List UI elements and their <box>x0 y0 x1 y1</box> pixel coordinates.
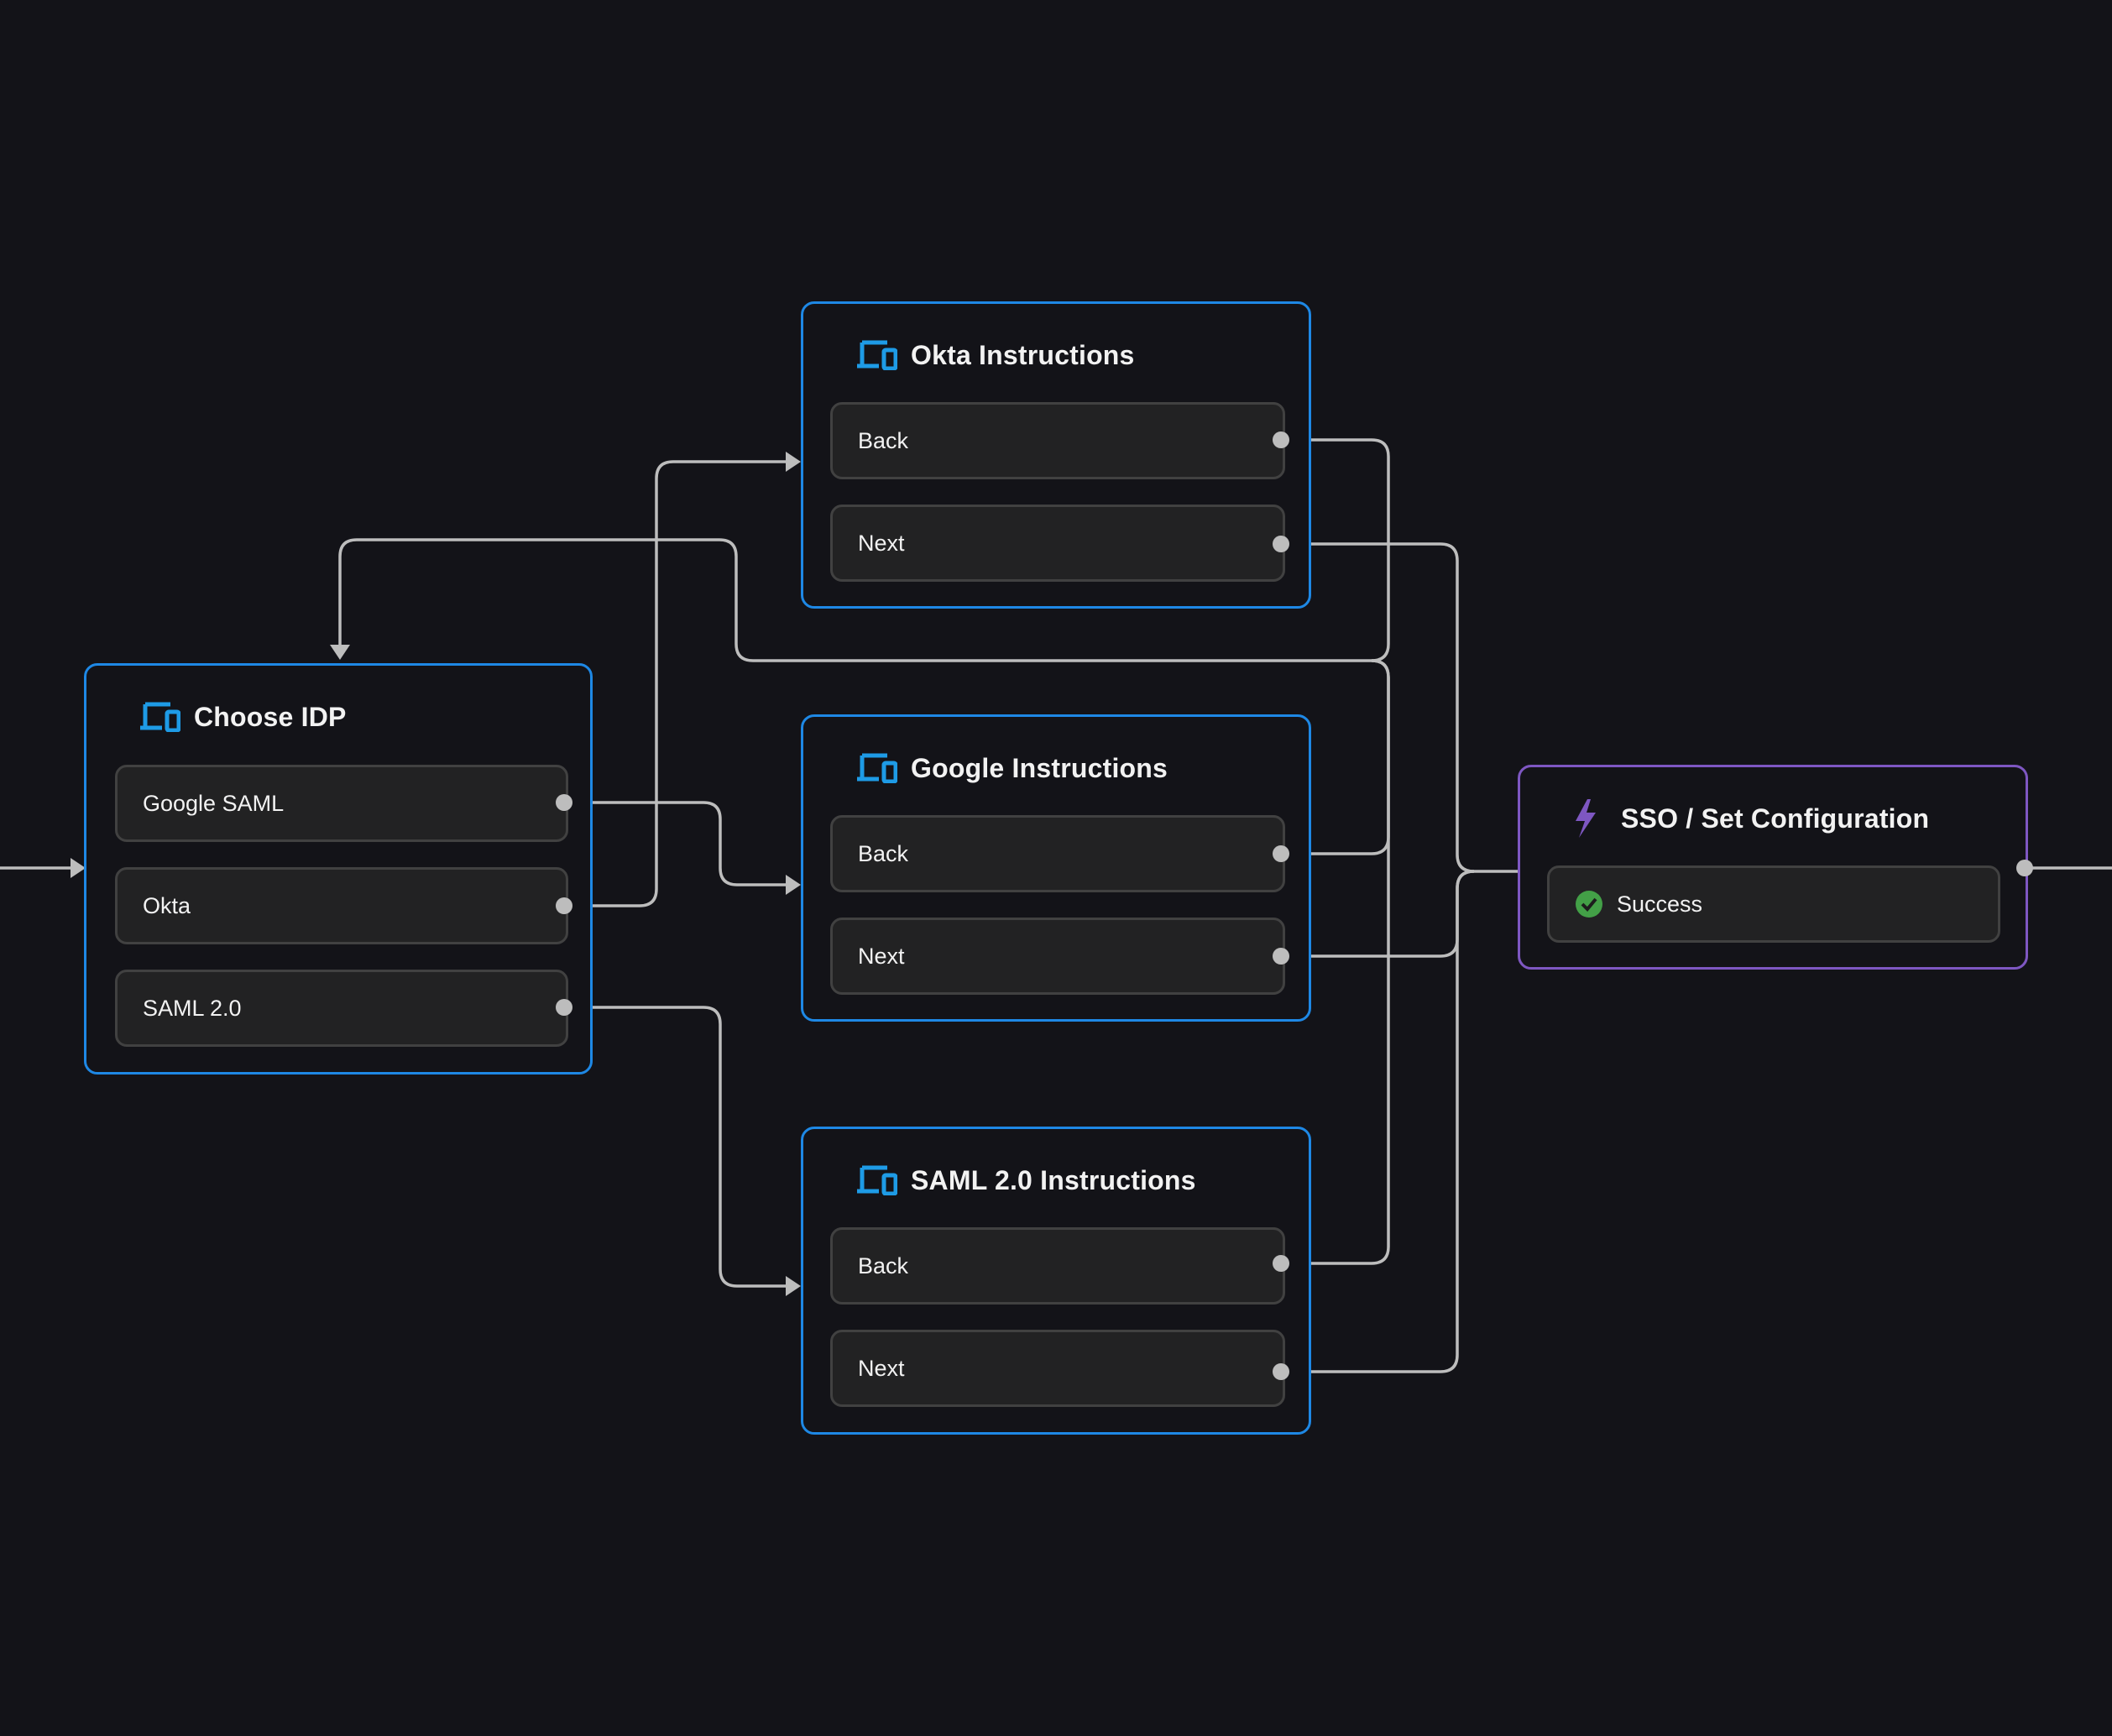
node-header: Okta Instructions <box>857 334 1135 376</box>
output-handle[interactable] <box>1273 1255 1289 1272</box>
edge-okta-next-to-sso[interactable] <box>1281 542 1519 873</box>
node-sso-set-configuration[interactable]: SSO / Set Configuration Success <box>1518 765 2028 970</box>
arrow-head <box>786 1276 801 1296</box>
edge-saml-to-saml-instructions[interactable] <box>564 1006 789 1288</box>
node-title: SAML 2.0 Instructions <box>911 1164 1196 1195</box>
node-header: Google Instructions <box>857 747 1168 789</box>
lightning-icon <box>1574 799 1597 838</box>
node-saml-instructions[interactable]: SAML 2.0 Instructions Back Next <box>801 1127 1311 1435</box>
option-saml-2-0[interactable]: SAML 2.0 <box>115 970 568 1047</box>
option-okta[interactable]: Okta <box>115 867 568 944</box>
node-header: SAML 2.0 Instructions <box>857 1159 1196 1201</box>
devices-icon <box>857 340 898 371</box>
option-success[interactable]: Success <box>1547 865 2000 943</box>
arrow-head <box>786 875 801 895</box>
option-label: Next <box>858 943 905 969</box>
arrow-head <box>786 452 801 472</box>
output-handle[interactable] <box>1273 845 1289 862</box>
node-okta-instructions[interactable]: Okta Instructions Back Next <box>801 301 1311 609</box>
output-handle[interactable] <box>1273 1363 1289 1380</box>
node-header: Choose IDP <box>140 696 347 738</box>
devices-icon <box>857 753 898 784</box>
output-handle[interactable] <box>1273 536 1289 552</box>
option-label: Back <box>858 427 909 453</box>
output-handle[interactable] <box>556 897 572 914</box>
option-next[interactable]: Next <box>830 918 1285 995</box>
node-header: SSO / Set Configuration <box>1574 797 1929 839</box>
arrow-head <box>330 645 350 660</box>
output-handle[interactable] <box>2016 860 2033 876</box>
option-next[interactable]: Next <box>830 505 1285 582</box>
output-handle[interactable] <box>1273 948 1289 965</box>
option-label: Okta <box>143 892 191 918</box>
option-label: Back <box>858 1252 909 1278</box>
node-title: Okta Instructions <box>911 339 1135 370</box>
node-title: Google Instructions <box>911 752 1168 783</box>
output-handle[interactable] <box>1273 431 1289 448</box>
node-title: Choose IDP <box>194 701 347 732</box>
check-circle-icon <box>1575 890 1603 918</box>
option-label: Next <box>858 1355 905 1381</box>
node-google-instructions[interactable]: Google Instructions Back Next <box>801 714 1311 1022</box>
edge-okta-to-okta-instructions[interactable] <box>564 460 789 907</box>
devices-icon <box>140 702 181 733</box>
output-handle[interactable] <box>556 999 572 1016</box>
option-back[interactable]: Back <box>830 1227 1285 1305</box>
option-back[interactable]: Back <box>830 815 1285 892</box>
option-label: Success <box>1617 891 1703 917</box>
node-choose-idp[interactable]: Choose IDP Google SAML Okta SAML 2.0 <box>84 663 593 1075</box>
option-label: Next <box>858 530 905 556</box>
option-google-saml[interactable]: Google SAML <box>115 765 568 842</box>
node-title: SSO / Set Configuration <box>1621 803 1930 834</box>
option-back[interactable]: Back <box>830 402 1285 479</box>
option-label: Google SAML <box>143 790 285 816</box>
devices-icon <box>857 1165 898 1196</box>
option-label: SAML 2.0 <box>143 995 242 1021</box>
option-next[interactable]: Next <box>830 1330 1285 1407</box>
output-handle[interactable] <box>556 794 572 811</box>
option-label: Back <box>858 840 909 866</box>
edge-google-saml-to-google[interactable] <box>564 801 789 886</box>
